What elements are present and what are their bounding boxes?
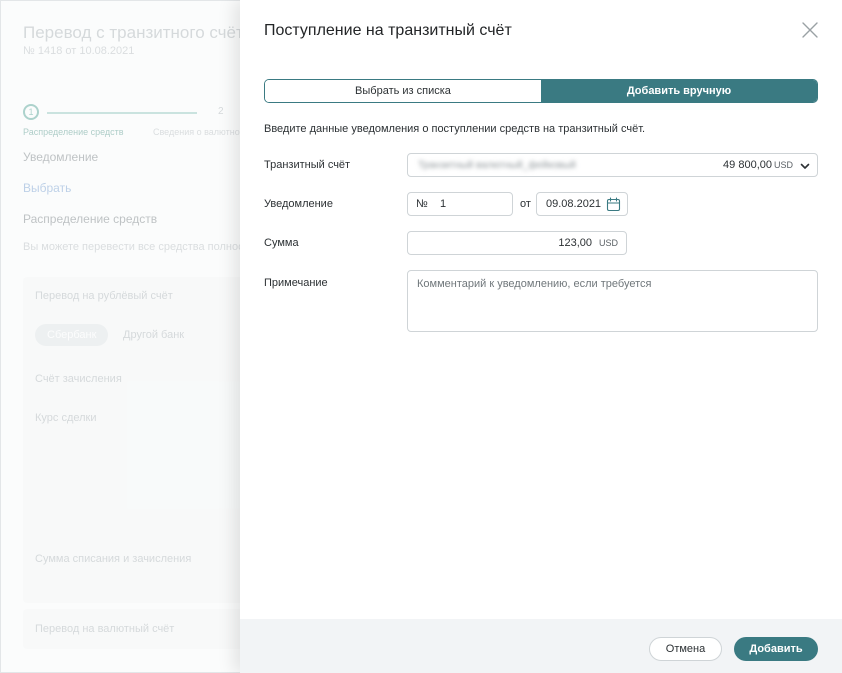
step-1-label: Распределение средств [23,127,124,137]
sum-input[interactable] [408,233,594,253]
transit-account-balance: 49 800,00 USD [723,159,793,171]
transit-income-drawer: Поступление на транзитный счёт Выбрать и… [240,0,842,673]
step-1-indicator: 1 [23,104,39,120]
ruble-transfer-title: Перевод на рублёвый счёт [35,290,173,302]
transit-account-name: Транзитный валютный_фейковый [418,160,576,171]
tab-add-manually[interactable]: Добавить вручную [541,80,817,102]
notification-date-input[interactable] [537,194,607,214]
notification-number-input[interactable] [432,194,510,214]
notification-label: Уведомление [264,198,333,210]
page-subtitle: № 1418 от 10.08.2021 [23,45,135,57]
page-title: Перевод с транзитного счёта [23,23,254,42]
sum-label: Сумма [264,237,299,249]
sum-currency: USD [598,238,618,248]
notification-heading: Уведомление [23,150,99,164]
notification-date-field[interactable] [536,192,628,216]
debit-credit-amount-label: Сумма списания и зачисления [35,553,192,565]
drawer-title: Поступление на транзитный счёт [264,22,512,39]
credit-account-label: Счёт зачисления [35,373,122,385]
tab-choose-from-list[interactable]: Выбрать из списка [265,80,541,102]
choose-notification-link[interactable]: Выбрать [23,181,71,195]
transit-account-label: Транзитный счёт [264,159,351,171]
bank-tab-sberbank[interactable]: Сбербанк [35,324,109,346]
cancel-button[interactable]: Отмена [649,637,722,661]
date-from-label: от [520,198,531,210]
currency-transfer-title: Перевод на валютный счёт [35,623,175,635]
distribution-text: Вы можете перевести все средства полност… [23,241,263,253]
step-progress-line [47,112,197,114]
note-textarea[interactable] [407,270,818,332]
transit-account-currency: USD [773,160,793,170]
intro-text: Введите данные уведомления о поступлении… [264,123,646,135]
notification-number-field[interactable]: № [407,192,513,216]
step-2-indicator: 2 [218,106,224,117]
number-prefix: № [416,198,428,210]
close-button[interactable] [798,18,822,42]
transit-account-select[interactable]: Транзитный валютный_фейковый 49 800,00 US… [407,153,818,177]
close-icon [802,22,818,38]
chevron-down-icon [800,163,810,169]
note-label: Примечание [264,277,328,289]
distribution-heading: Распределение средств [23,212,158,226]
sum-field[interactable]: USD [407,231,627,255]
deal-rate-label: Курс сделки [35,412,97,424]
transit-account-amount: 49 800,00 [723,159,772,171]
calendar-icon[interactable] [606,197,621,212]
mode-switch: Выбрать из списка Добавить вручную [264,79,818,103]
bank-tab-other[interactable]: Другой банк [123,329,184,341]
add-button[interactable]: Добавить [734,637,818,661]
